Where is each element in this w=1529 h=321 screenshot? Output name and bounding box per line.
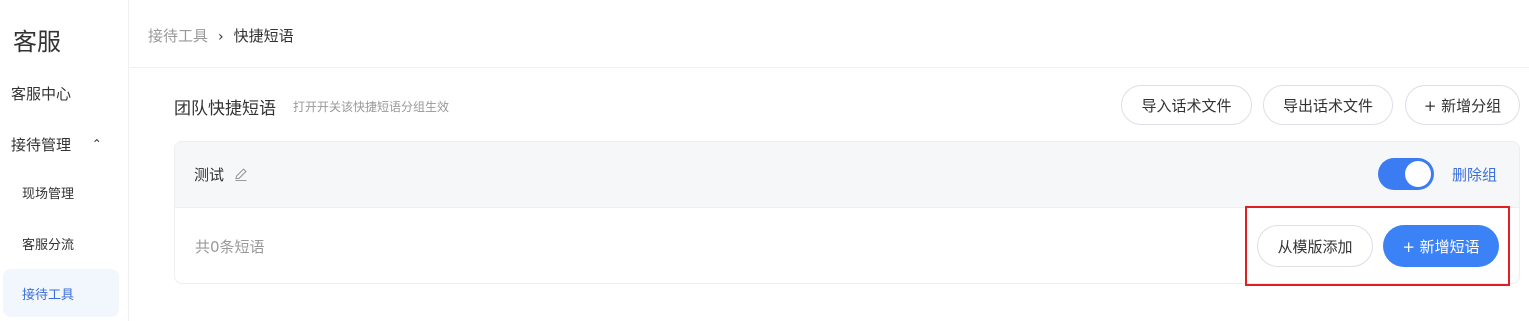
sidebar-item-service-center[interactable]: 客服中心 — [11, 83, 71, 104]
breadcrumb: 接待工具 › 快捷短语 — [148, 25, 294, 46]
sidebar-item-label: 客服中心 — [11, 85, 72, 103]
delete-group-link[interactable]: 删除组 — [1452, 164, 1497, 185]
sidebar-item-label: 接待工具 — [22, 288, 75, 303]
section-subtitle: 打开开关该快捷短语分组生效 — [293, 100, 450, 114]
sidebar-item-label: 客服分流 — [22, 238, 75, 253]
group-name: 测试 — [194, 166, 225, 184]
breadcrumb-current: 快捷短语 — [233, 27, 294, 45]
sidebar-item-reception-management[interactable]: 接待管理 ⌃ — [11, 134, 102, 155]
sidebar-title: 客服 — [13, 28, 61, 56]
phrase-count: 共0条短语 — [195, 238, 265, 256]
sidebar: 客服 客服中心 接待管理 ⌃ 现场管理 客服分流 接待工具 — [0, 0, 129, 321]
export-script-button[interactable]: 导出话术文件 — [1263, 85, 1393, 125]
toggle-knob — [1405, 161, 1431, 187]
sidebar-item-label: 现场管理 — [22, 187, 75, 202]
sidebar-item-onsite-management[interactable]: 现场管理 — [22, 183, 74, 202]
group-enable-toggle[interactable] — [1378, 158, 1434, 190]
breadcrumb-separator-icon: › — [218, 29, 224, 45]
sidebar-item-reception-tools[interactable]: 接待工具 — [3, 269, 119, 317]
add-from-template-button[interactable]: 从模版添加 — [1257, 225, 1373, 267]
import-script-button[interactable]: 导入话术文件 — [1121, 85, 1252, 125]
phrase-group-header: 测试 删除组 — [175, 142, 1519, 208]
sidebar-item-label: 接待管理 — [11, 136, 72, 154]
sidebar-item-service-routing[interactable]: 客服分流 — [22, 234, 74, 253]
chevron-up-icon: ⌃ — [91, 137, 102, 151]
edit-pencil-icon[interactable] — [233, 166, 249, 182]
add-phrase-button[interactable]: + 新增短语 — [1383, 225, 1499, 267]
section-title: 团队快捷短语 — [174, 99, 276, 119]
topbar: 接待工具 › 快捷短语 — [130, 0, 1529, 68]
add-group-button[interactable]: + 新增分组 — [1405, 85, 1520, 125]
breadcrumb-parent[interactable]: 接待工具 — [148, 27, 208, 45]
